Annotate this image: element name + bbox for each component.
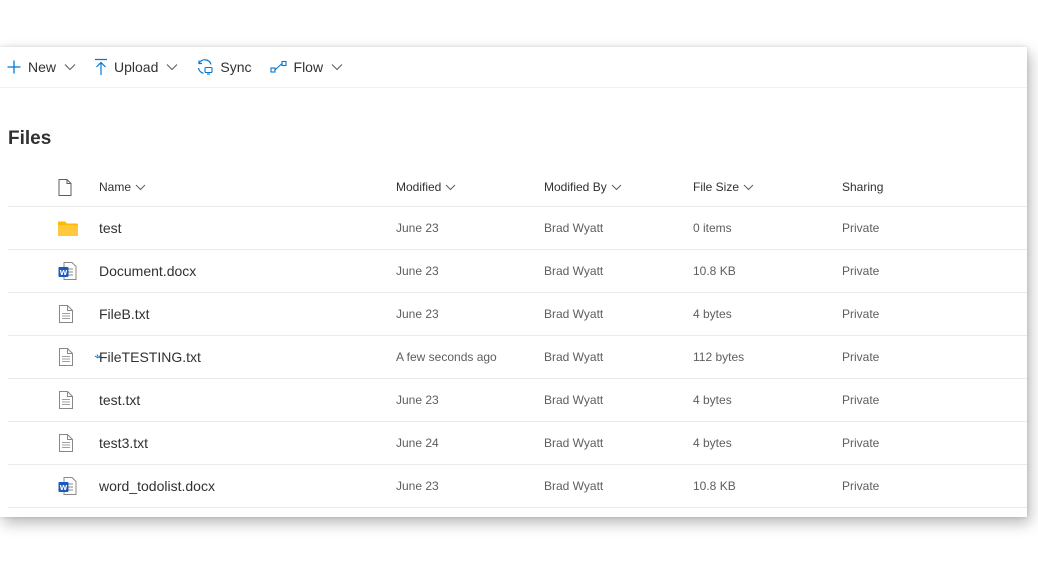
file-size: 10.8 KB [693,479,736,493]
file-name[interactable]: test [99,220,396,236]
flow-button[interactable]: Flow [264,47,356,87]
modified-date: June 23 [396,479,439,493]
sharing-status: Private [842,264,880,278]
files-list: Name Modified Modified By File Size Shar… [8,168,1027,508]
file-row[interactable]: test3.txt June 24 Brad Wyatt 4 bytes Pri… [8,421,1027,464]
sharing-column-label: Sharing [842,180,884,194]
modified-by[interactable]: Brad Wyatt [544,393,693,407]
file-row[interactable]: test June 23 Brad Wyatt 0 items Private [8,206,1027,249]
flow-button-label: Flow [293,59,324,75]
modified-date: June 24 [396,436,439,450]
svg-text:W: W [60,269,68,277]
file-size: 10.8 KB [693,264,736,278]
file-name[interactable]: Document.docx [99,263,396,279]
flow-icon [269,60,288,74]
new-item-icon [94,354,101,359]
modified-by[interactable]: Brad Wyatt [544,350,693,364]
svg-text:W: W [60,484,68,492]
sync-button[interactable]: Sync [190,47,257,87]
chevron-down-icon [445,184,456,191]
text-file-icon [59,434,73,452]
file-name[interactable]: FileTESTING.txt [99,349,396,365]
file-row[interactable]: W Document.docx June 23 Brad Wyatt 10.8 … [8,249,1027,292]
modified-date: June 23 [396,221,439,235]
chevron-down-icon [64,63,76,71]
command-bar: New Upload Sync Flow [0,47,1027,88]
word-doc-icon: W [58,262,77,280]
modified-column-label: Modified [396,180,442,194]
file-name[interactable]: word_todolist.docx [99,478,396,494]
new-button[interactable]: New [0,47,88,87]
file-size: 0 items [693,221,732,235]
sync-button-label: Sync [220,59,252,75]
word-doc-icon: W [58,477,77,495]
file-name[interactable]: FileB.txt [99,306,396,322]
sharing-status: Private [842,436,880,450]
name-column-header[interactable]: Name [99,180,396,194]
file-size-column-header[interactable]: File Size [693,180,842,194]
modified-by[interactable]: Brad Wyatt [544,264,693,278]
text-file-icon [59,305,73,323]
sync-icon [196,58,214,76]
modified-by[interactable]: Brad Wyatt [544,307,693,321]
modified-date: June 23 [396,393,439,407]
file-row[interactable]: FileB.txt June 23 Brad Wyatt 4 bytes Pri… [8,292,1027,335]
folder-icon [58,221,78,236]
file-size: 4 bytes [693,436,732,450]
list-header: Name Modified Modified By File Size Shar… [8,168,1027,206]
file-size-column-label: File Size [693,180,740,194]
modified-by-column-label: Modified By [544,180,607,194]
text-file-icon [59,348,73,366]
modified-date: June 23 [396,307,439,321]
upload-button[interactable]: Upload [88,47,190,87]
modified-by[interactable]: Brad Wyatt [544,479,693,493]
sharing-status: Private [842,221,880,235]
modified-by[interactable]: Brad Wyatt [544,436,693,450]
file-name[interactable]: test.txt [99,392,396,408]
document-icon [58,178,72,196]
modified-by[interactable]: Brad Wyatt [544,221,693,235]
document-library-panel: New Upload Sync Flow Files Name Modified… [0,47,1027,517]
chevron-down-icon [743,184,754,191]
upload-button-label: Upload [114,59,159,75]
modified-date: A few seconds ago [396,350,497,364]
modified-column-header[interactable]: Modified [396,180,544,194]
name-column-label: Name [99,180,132,194]
file-row[interactable]: FileTESTING.txt A few seconds ago Brad W… [8,335,1027,378]
file-type-column-header[interactable] [8,178,99,196]
new-button-label: New [28,59,57,75]
modified-date: June 23 [396,264,439,278]
sharing-status: Private [842,393,880,407]
file-row[interactable]: test.txt June 23 Brad Wyatt 4 bytes Priv… [8,378,1027,421]
sharing-column-header[interactable]: Sharing [842,180,982,194]
plus-icon [6,59,22,75]
file-row[interactable]: W word_todolist.docx June 23 Brad Wyatt … [8,464,1027,508]
modified-by-column-header[interactable]: Modified By [544,180,693,194]
chevron-down-icon [611,184,622,191]
sharing-status: Private [842,307,880,321]
text-file-icon [59,391,73,409]
file-size: 112 bytes [693,350,745,364]
chevron-down-icon [135,184,146,191]
file-name[interactable]: test3.txt [99,435,396,451]
file-size: 4 bytes [693,393,732,407]
file-size: 4 bytes [693,307,732,321]
chevron-down-icon [166,63,178,71]
page-title: Files [8,128,52,149]
chevron-down-icon [331,63,343,71]
upload-icon [94,58,108,76]
sharing-status: Private [842,479,880,493]
sharing-status: Private [842,350,880,364]
